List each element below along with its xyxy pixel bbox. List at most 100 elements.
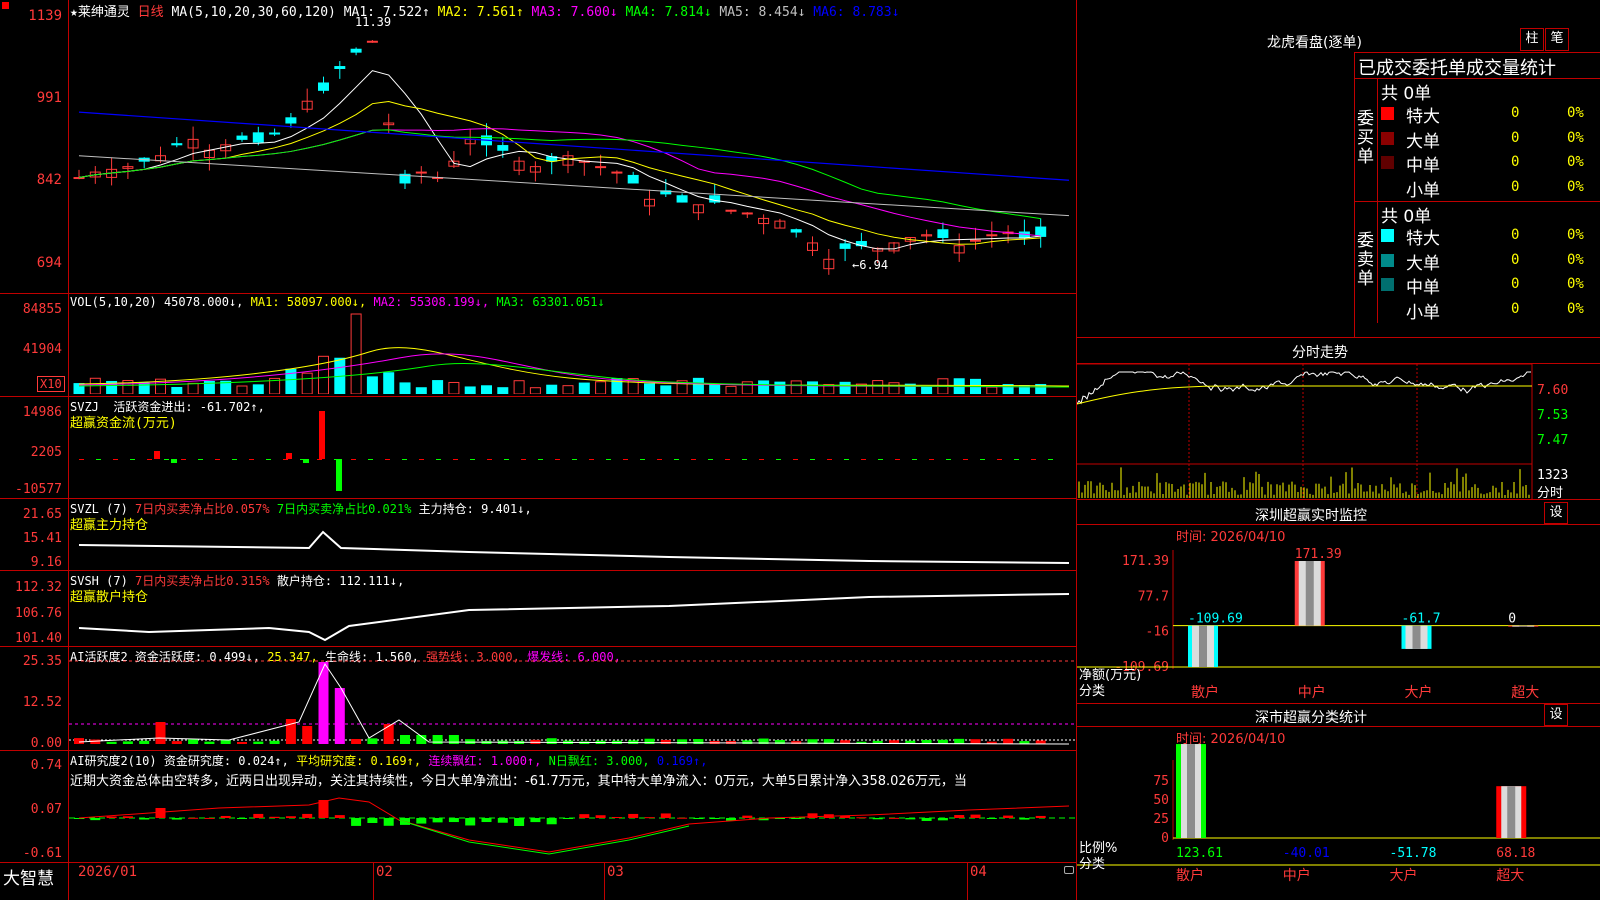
svzj-dash (470, 459, 475, 460)
vol-bar (790, 380, 802, 394)
activity-bar (465, 739, 476, 744)
research-bar (237, 818, 247, 819)
research-bar (122, 816, 133, 818)
x-tick: 03 (607, 864, 624, 880)
x-tick: 2026/01 (78, 864, 138, 880)
svsh-chart[interactable] (69, 592, 1075, 645)
research-bar (351, 818, 362, 826)
vol-bar (709, 383, 721, 394)
sz-stats-chart[interactable]: 75 50 25 0 123.61 散户 -40.01 中户 -51.78 大户 68.18 超大 比例… (1077, 742, 1600, 900)
research-bar (171, 818, 182, 820)
intraday-chart[interactable] (1077, 364, 1600, 499)
sep-bottom (0, 862, 1076, 863)
svzl-y-tick: 21.65 (22, 507, 62, 522)
vol-y-tick: 41904 (22, 342, 62, 357)
vol-chart[interactable] (69, 308, 1075, 394)
svzj-dash (96, 459, 101, 460)
vol-bar (595, 381, 607, 394)
szs-y-title: 比例% (1079, 841, 1117, 856)
sz-monitor-settings-button[interactable]: 设 (1544, 502, 1568, 524)
svzj-bar (286, 453, 292, 459)
research-bar (742, 815, 753, 818)
svzl-text-b: 7日内买卖净占比0.021% (276, 502, 412, 516)
activity-bar (383, 724, 394, 744)
szm-y-tick: 77.7 (1138, 589, 1169, 604)
svzj-dash (589, 459, 594, 460)
activity-bar (302, 726, 313, 744)
research-bar (204, 817, 215, 819)
szm-category-label: 散户 (1191, 684, 1219, 701)
sell-row: 小单 0 0% (1077, 298, 1600, 323)
order-count: 0 (1511, 276, 1520, 292)
svzj-y-tick: -10577 (15, 482, 62, 497)
lhb-title: 龙虎看盘(逐单) (1267, 35, 1362, 51)
szm-value-label: 0 (1508, 612, 1516, 627)
svzl-y-tick: 9.16 (30, 555, 62, 570)
sz-monitor-chart[interactable]: 171.3977.7-16-109.69-109.69散户171.39中户-61… (1077, 540, 1600, 702)
buy-row: 小单 0 0% (1077, 176, 1600, 201)
svzj-dash (385, 459, 390, 460)
legend-swatch (1381, 107, 1394, 120)
research-green-line (398, 819, 690, 855)
research-bar (90, 818, 101, 821)
vol-bar (774, 381, 786, 394)
buy-total: 共 0单 (1381, 84, 1432, 104)
vol-bar (171, 386, 183, 394)
order-pct: 0% (1567, 178, 1584, 195)
order-size-label: 中单 (1406, 278, 1440, 298)
szm-category-label: 超大 (1511, 685, 1539, 701)
ai-research-chart[interactable] (69, 790, 1075, 861)
vol-bar (350, 313, 362, 394)
activity-bar (171, 741, 182, 744)
vol-ma1: MA1: 58097.000↓, (250, 295, 367, 309)
ai-active-chart[interactable] (69, 660, 1075, 749)
svzj-dash (317, 459, 322, 460)
vol-bar (921, 386, 933, 394)
main-chart-area[interactable]: ★莱绅通灵 日线 MA(5,10,20,30,60,120) MA1: 7.52… (0, 0, 1077, 900)
lock-icon[interactable] (1064, 866, 1074, 874)
activity-bar (204, 741, 215, 744)
svzj-dash (878, 459, 883, 460)
svzj-chart[interactable] (69, 405, 1075, 497)
kline-chart[interactable] (69, 14, 1075, 292)
svzj-dash (419, 459, 424, 460)
research-bar (791, 818, 802, 819)
research-bar (611, 816, 622, 818)
svsh-text-b: 散户持仓: 112.111↓, (276, 574, 405, 588)
candle-body (676, 195, 688, 203)
vol-bar (741, 381, 753, 394)
pen-mode-button[interactable]: 笔 (1545, 28, 1569, 51)
szs-category-label: 中户 (1283, 867, 1311, 884)
szm-bar (1188, 625, 1218, 667)
ai-research-v4: N日飘红: 3.000, (548, 754, 650, 768)
order-size-label: 特大 (1406, 229, 1440, 249)
bar-mode-button[interactable]: 柱 (1520, 28, 1544, 51)
szs-category-label: 散户 (1176, 867, 1204, 884)
sz-stats-settings-button[interactable]: 设 (1544, 704, 1568, 726)
vol-bar (562, 385, 574, 394)
szm-category-label: 大户 (1405, 684, 1433, 701)
vol-ma1 (78, 347, 1070, 387)
order-size-label: 小单 (1406, 302, 1440, 323)
svzl-chart[interactable] (69, 520, 1075, 568)
order-pct: 0% (1567, 251, 1584, 268)
sell-row: 中单 0 0% (1077, 273, 1600, 298)
research-bar (563, 818, 573, 819)
vol-bar (725, 385, 737, 394)
sz-stats-title: 深市超赢分类统计 (1255, 710, 1367, 726)
svzj-dash (215, 459, 220, 460)
activity-bar (400, 735, 410, 744)
svsh-text-a: 7日内买卖净占比0.315% (135, 574, 270, 588)
ai-research-v2: 平均研究度: 0.169↑, (296, 754, 422, 768)
research-bar (383, 818, 394, 826)
szs-y-tick: 25 (1153, 812, 1169, 827)
sep-svzl (0, 570, 1076, 571)
candle-body (627, 174, 639, 184)
research-bar (546, 818, 557, 825)
szm-bar (1294, 561, 1325, 626)
svzj-dash (232, 459, 237, 460)
research-bar (970, 814, 981, 818)
vol-bar (888, 382, 900, 394)
svzj-dash (929, 459, 934, 460)
order-count: 0 (1511, 154, 1520, 170)
